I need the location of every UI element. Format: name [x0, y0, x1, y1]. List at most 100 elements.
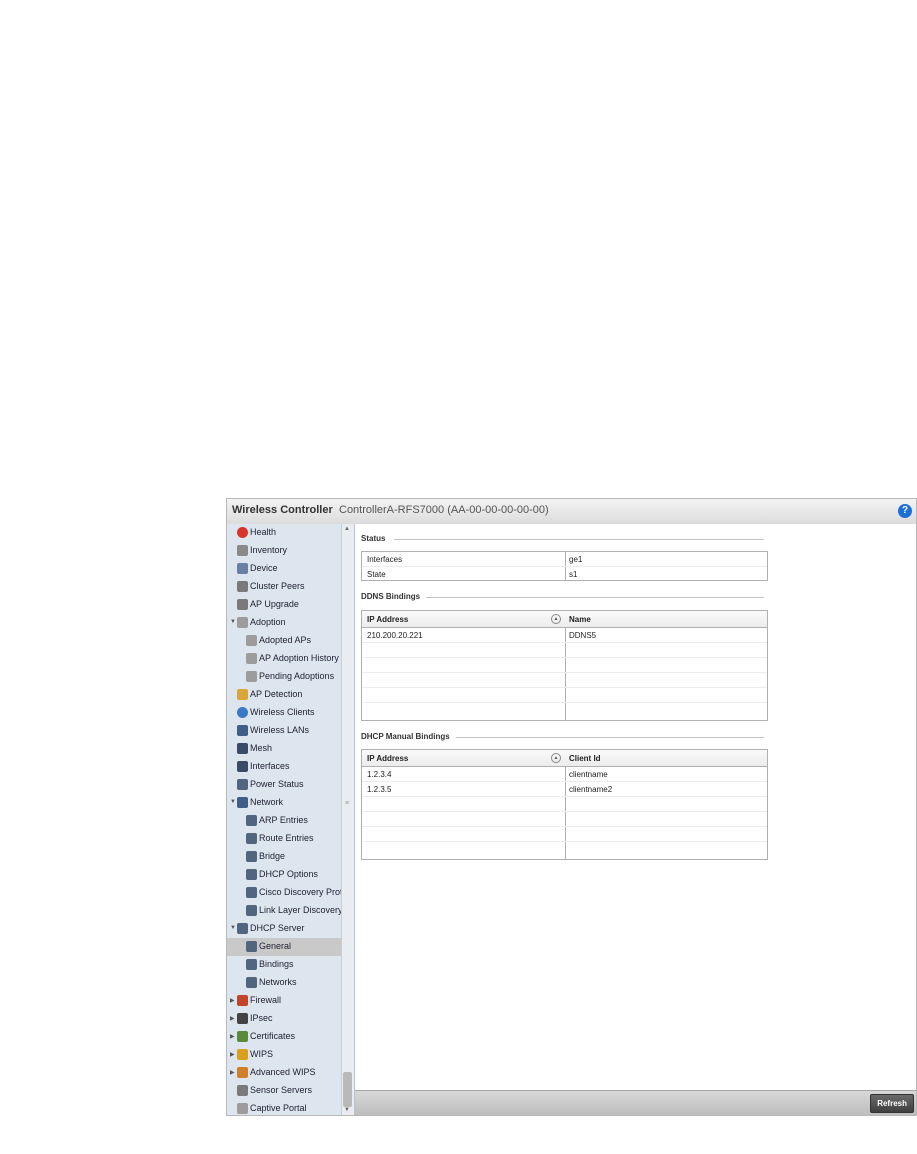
- table-row[interactable]: 1.2.3.4 clientname: [362, 767, 767, 782]
- column-header-client-id[interactable]: Client Id: [569, 754, 601, 763]
- dhcp-manual-bindings-table: IP Address ▲ Client Id 1.2.3.4 clientnam…: [361, 749, 768, 860]
- table-row: Interfaces ge1: [362, 552, 767, 567]
- scroll-grip-icon: ≡: [345, 800, 350, 807]
- sidebar-item-bindings[interactable]: Bindings: [227, 956, 341, 974]
- sidebar-item-adopted-aps[interactable]: Adopted APs: [227, 632, 341, 650]
- device-icon: [237, 563, 248, 574]
- mesh-icon: [237, 743, 248, 754]
- sidebar-item-cluster-peers[interactable]: Cluster Peers: [227, 578, 341, 596]
- sidebar-item-captive-portal[interactable]: Captive Portal: [227, 1100, 341, 1115]
- sidebar-item-advanced-wips[interactable]: ▶ Advanced WIPS: [227, 1064, 341, 1082]
- cluster-peers-icon: [237, 581, 248, 592]
- sidebar-item-adoption[interactable]: ▼ Adoption: [227, 614, 341, 632]
- general-icon: [246, 941, 257, 952]
- sidebar-item-wireless-clients[interactable]: Wireless Clients: [227, 704, 341, 722]
- captive-portal-icon: [237, 1103, 248, 1114]
- main-panel: Status Interfaces ge1 State s1 DDNS Bind…: [355, 524, 916, 1115]
- wips-icon: [237, 1049, 248, 1060]
- divider: [394, 539, 764, 540]
- advanced-wips-icon: [237, 1067, 248, 1078]
- collapsed-arrow-icon[interactable]: ▶: [230, 997, 235, 1004]
- dhcp-manual-title: DHCP Manual Bindings: [361, 732, 450, 741]
- sidebar-item-wireless-lans[interactable]: Wireless LANs: [227, 722, 341, 740]
- sidebar-item-mesh[interactable]: Mesh: [227, 740, 341, 758]
- status-table: Interfaces ge1 State s1: [361, 551, 768, 581]
- sidebar-item-power-status[interactable]: Power Status: [227, 776, 341, 794]
- sidebar-item-ap-adoption-history[interactable]: AP Adoption History: [227, 650, 341, 668]
- table-row-empty: [362, 812, 767, 827]
- table-row-empty: [362, 688, 767, 703]
- collapsed-arrow-icon[interactable]: ▶: [230, 1051, 235, 1058]
- sidebar-item-pending-adoptions[interactable]: Pending Adoptions: [227, 668, 341, 686]
- divider: [456, 737, 764, 738]
- column-header-ip-address[interactable]: IP Address: [367, 615, 408, 624]
- collapsed-arrow-icon[interactable]: ▶: [230, 1069, 235, 1076]
- sidebar-item-cisco-discovery[interactable]: Cisco Discovery Prot: [227, 884, 343, 902]
- device-title: ControllerA-RFS7000 (AA-00-00-00-00-00): [339, 504, 549, 516]
- ap-detection-icon: [237, 689, 248, 700]
- ddns-section-header: DDNS Bindings: [361, 592, 764, 601]
- table-row[interactable]: 1.2.3.5 clientname2: [362, 782, 767, 797]
- collapsed-arrow-icon[interactable]: ▶: [230, 1033, 235, 1040]
- firewall-icon: [237, 995, 248, 1006]
- sidebar-item-ap-detection[interactable]: AP Detection: [227, 686, 341, 704]
- title-bar: Wireless Controller ControllerA-RFS7000 …: [227, 499, 916, 525]
- sidebar-item-dhcp-options[interactable]: DHCP Options: [227, 866, 341, 884]
- sidebar-scrollbar[interactable]: ▲ ≡ ▼: [341, 524, 354, 1115]
- sidebar-item-sensor-servers[interactable]: Sensor Servers: [227, 1082, 341, 1100]
- dhcp-server-icon: [237, 923, 248, 934]
- bridge-icon: [246, 851, 257, 862]
- refresh-button[interactable]: Refresh: [870, 1094, 914, 1113]
- certificates-icon: [237, 1031, 248, 1042]
- sidebar-item-device[interactable]: Device: [227, 560, 341, 578]
- sidebar-item-bridge[interactable]: Bridge: [227, 848, 341, 866]
- sidebar-item-ipsec[interactable]: ▶ IPsec: [227, 1010, 341, 1028]
- health-icon: [237, 527, 248, 538]
- column-header-name[interactable]: Name: [569, 615, 591, 624]
- sidebar-item-health[interactable]: Health: [227, 524, 341, 542]
- table-row-empty: [362, 827, 767, 842]
- scroll-thumb[interactable]: [343, 1072, 352, 1107]
- sidebar-item-wips[interactable]: ▶ WIPS: [227, 1046, 341, 1064]
- link-layer-discovery-icon: [246, 905, 257, 916]
- scroll-down-arrow-icon[interactable]: ▼: [344, 1107, 350, 1113]
- expanded-arrow-icon[interactable]: ▼: [230, 799, 236, 805]
- sidebar-item-interfaces[interactable]: Interfaces: [227, 758, 341, 776]
- sort-icon[interactable]: ▲: [551, 753, 561, 763]
- expanded-arrow-icon[interactable]: ▼: [230, 619, 236, 625]
- help-icon[interactable]: ?: [898, 504, 912, 518]
- sidebar-item-networks[interactable]: Networks: [227, 974, 341, 992]
- adopted-aps-icon: [246, 635, 257, 646]
- sort-icon[interactable]: ▲: [551, 614, 561, 624]
- ap-adoption-history-icon: [246, 653, 257, 664]
- sidebar-item-arp-entries[interactable]: ARP Entries: [227, 812, 341, 830]
- wireless-controller-window: Wireless Controller ControllerA-RFS7000 …: [226, 498, 917, 1116]
- table-row[interactable]: 210.200.20.221 DDNS5: [362, 628, 767, 643]
- sensor-servers-icon: [237, 1085, 248, 1096]
- sidebar-item-general[interactable]: General: [227, 938, 341, 956]
- column-header-ip-address[interactable]: IP Address: [367, 754, 408, 763]
- table-header: IP Address ▲ Name: [362, 611, 767, 628]
- sidebar-item-dhcp-server[interactable]: ▼ DHCP Server: [227, 920, 341, 938]
- sidebar-item-certificates[interactable]: ▶ Certificates: [227, 1028, 341, 1046]
- expanded-arrow-icon[interactable]: ▼: [230, 925, 236, 931]
- ap-upgrade-icon: [237, 599, 248, 610]
- pending-adoptions-icon: [246, 671, 257, 682]
- sidebar-item-inventory[interactable]: Inventory: [227, 542, 341, 560]
- arp-entries-icon: [246, 815, 257, 826]
- sidebar-item-firewall[interactable]: ▶ Firewall: [227, 992, 341, 1010]
- wireless-lans-icon: [237, 725, 248, 736]
- table-header: IP Address ▲ Client Id: [362, 750, 767, 767]
- power-status-icon: [237, 779, 248, 790]
- status-title: Status: [361, 534, 386, 543]
- sidebar-item-link-layer-discovery[interactable]: Link Layer Discovery: [227, 902, 343, 920]
- collapsed-arrow-icon[interactable]: ▶: [230, 1015, 235, 1022]
- scroll-up-arrow-icon[interactable]: ▲: [344, 526, 350, 532]
- interfaces-icon: [237, 761, 248, 772]
- sidebar-item-network[interactable]: ▼ Network: [227, 794, 341, 812]
- sidebar-item-route-entries[interactable]: Route Entries: [227, 830, 341, 848]
- ipsec-icon: [237, 1013, 248, 1024]
- bindings-icon: [246, 959, 257, 970]
- app-title: Wireless Controller: [232, 504, 333, 516]
- sidebar-item-ap-upgrade[interactable]: AP Upgrade: [227, 596, 341, 614]
